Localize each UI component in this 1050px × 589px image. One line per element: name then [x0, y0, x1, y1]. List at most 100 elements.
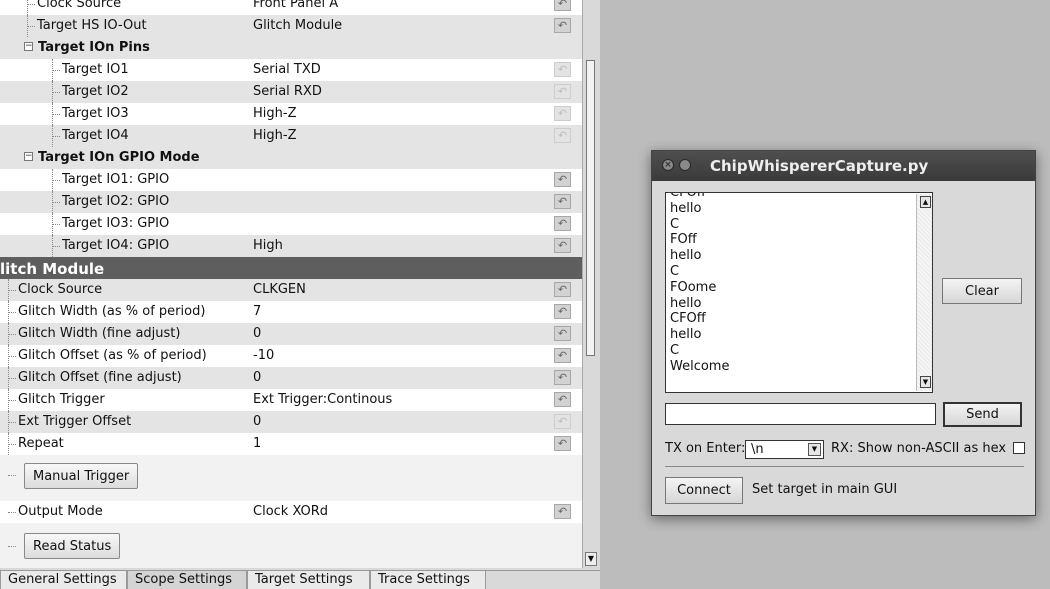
parameter-name: Glitch Trigger: [18, 392, 105, 407]
reset-default-icon[interactable]: ↶: [554, 106, 571, 121]
parameter-row[interactable]: Target IO4: GPIO High ↶: [0, 235, 582, 257]
reset-default-icon[interactable]: ↶: [554, 172, 571, 187]
reset-default-icon[interactable]: ↶: [554, 0, 571, 11]
serial-log-textbox[interactable]: CFOff hello C FOff hello C FOome hello CFOff hell…: [665, 192, 933, 393]
tree-branch-line: [52, 136, 60, 137]
log-scrollbar[interactable]: ▲ ▼: [916, 194, 932, 391]
reset-default-icon[interactable]: ↶: [554, 504, 571, 519]
scroll-down-arrow-icon[interactable]: ▼: [585, 552, 597, 566]
parameter-row[interactable]: Glitch Width (fine adjust) 0 ↶: [0, 323, 582, 345]
log-line: hello: [670, 200, 702, 216]
parameter-row[interactable]: Clock Source CLKGEN ↶: [0, 279, 582, 301]
parameter-row[interactable]: Output Mode Clock XORd ↶: [0, 501, 582, 523]
tx-on-enter-select[interactable]: \n ▼: [745, 440, 824, 459]
reset-default-icon[interactable]: ↶: [554, 326, 571, 341]
parameter-value[interactable]: High-Z: [253, 106, 296, 121]
connect-button[interactable]: Connect: [665, 477, 743, 504]
parameter-value[interactable]: Ext Trigger:Continous: [253, 392, 392, 407]
parameter-row[interactable]: Target IO2: GPIO ↶: [0, 191, 582, 213]
connection-status-text: Set target in main GUI: [752, 482, 898, 497]
tab-target-settings[interactable]: Target Settings: [247, 571, 370, 589]
tree-scroll-thumb[interactable]: [586, 60, 595, 356]
parameter-name: Target IO1: [62, 62, 129, 77]
rx-hex-checkbox[interactable]: [1013, 442, 1025, 454]
manual-trigger-button[interactable]: Manual Trigger: [24, 463, 139, 489]
parameter-row[interactable]: Target HS IO-Out Glitch Module ↶: [0, 15, 582, 37]
tree-branch-line: [8, 546, 16, 547]
minimize-window-icon[interactable]: [679, 159, 691, 171]
parameter-value[interactable]: Clock XORd: [253, 504, 328, 519]
scroll-down-arrow-icon[interactable]: ▼: [920, 376, 931, 388]
log-line: CFOff: [670, 311, 706, 327]
parameter-value[interactable]: High-Z: [253, 128, 296, 143]
collapse-icon[interactable]: −: [24, 152, 33, 161]
tree-vertical-line: [8, 389, 9, 411]
tab-general-settings[interactable]: General Settings: [0, 571, 127, 589]
reset-default-icon[interactable]: ↶: [554, 436, 571, 451]
reset-default-icon[interactable]: ↶: [554, 414, 571, 429]
parameter-row[interactable]: Target IO1: GPIO ↶: [0, 169, 582, 191]
tree-branch-line: [8, 356, 16, 357]
tree-vertical-line: [52, 81, 53, 103]
parameter-row[interactable]: Clock Source Front Panel A ↶: [0, 0, 582, 15]
dialog-titlebar[interactable]: × ChipWhispererCapture.py: [652, 151, 1035, 181]
parameter-value[interactable]: 0: [253, 414, 261, 429]
parameter-row[interactable]: Glitch Offset (as % of period) -10 ↶: [0, 345, 582, 367]
clear-button[interactable]: Clear: [942, 278, 1022, 304]
reset-default-icon[interactable]: ↶: [554, 304, 571, 319]
parameter-name: Target IO3: GPIO: [62, 216, 170, 231]
settings-tab-bar: General Settings Scope Settings Target Set…: [0, 570, 600, 589]
parameter-value[interactable]: Serial RXD: [253, 84, 322, 99]
parameter-value[interactable]: CLKGEN: [253, 282, 306, 297]
reset-default-icon[interactable]: ↶: [554, 238, 571, 253]
reset-default-icon[interactable]: ↶: [554, 18, 571, 33]
parameter-row[interactable]: Target IO2 Serial RXD ↶: [0, 81, 582, 103]
parameter-value[interactable]: Front Panel A: [253, 0, 338, 11]
scroll-up-arrow-icon[interactable]: ▲: [920, 196, 931, 208]
read-status-button[interactable]: Read Status: [24, 533, 121, 559]
reset-default-icon[interactable]: ↶: [554, 216, 571, 231]
reset-default-icon[interactable]: ↶: [554, 370, 571, 385]
parameter-value[interactable]: 7: [253, 304, 261, 319]
parameter-value[interactable]: -10: [253, 348, 274, 363]
parameter-value[interactable]: 0: [253, 370, 261, 385]
reset-default-icon[interactable]: ↶: [554, 348, 571, 363]
send-text-input[interactable]: [665, 403, 936, 425]
parameter-row[interactable]: Target IO3: GPIO ↶: [0, 213, 582, 235]
tree-scrollbar[interactable]: ▼: [582, 0, 599, 568]
tree-group-header[interactable]: − Target IOn Pins: [0, 37, 582, 59]
parameter-value[interactable]: Glitch Module: [253, 18, 342, 33]
parameter-row[interactable]: Ext Trigger Offset 0 ↶: [0, 411, 582, 433]
tx-on-enter-value: \n: [751, 442, 764, 457]
tree-branch-line: [27, 4, 35, 5]
parameter-row[interactable]: Glitch Width (as % of period) 7 ↶: [0, 301, 582, 323]
reset-default-icon[interactable]: ↶: [554, 194, 571, 209]
parameter-value[interactable]: Serial TXD: [253, 62, 321, 77]
parameter-row[interactable]: Target IO1 Serial TXD ↶: [0, 59, 582, 81]
tree-vertical-line: [52, 103, 53, 125]
log-line: Welcome: [670, 358, 730, 374]
parameter-row[interactable]: Glitch Trigger Ext Trigger:Continous ↶: [0, 389, 582, 411]
parameter-row[interactable]: Target IO3 High-Z ↶: [0, 103, 582, 125]
reset-default-icon[interactable]: ↶: [554, 128, 571, 143]
parameter-value[interactable]: 1: [253, 436, 261, 451]
reset-default-icon[interactable]: ↶: [554, 84, 571, 99]
collapse-icon[interactable]: −: [24, 42, 33, 51]
parameter-value[interactable]: High: [253, 238, 283, 253]
parameter-row[interactable]: Target IO4 High-Z ↶: [0, 125, 582, 147]
reset-default-icon[interactable]: ↶: [554, 392, 571, 407]
parameter-row[interactable]: Repeat 1 ↶: [0, 433, 582, 455]
tx-on-enter-label: TX on Enter:: [665, 441, 746, 456]
parameter-row[interactable]: Glitch Offset (fine adjust) 0 ↶: [0, 367, 582, 389]
send-button[interactable]: Send: [943, 402, 1022, 427]
tree-branch-line: [52, 246, 60, 247]
tree-group-header[interactable]: litch Module: [0, 257, 582, 279]
tree-vertical-line: [8, 301, 9, 323]
tab-trace-settings[interactable]: Trace Settings: [370, 571, 486, 589]
tree-group-header[interactable]: − Target IOn GPIO Mode: [0, 147, 582, 169]
reset-default-icon[interactable]: ↶: [554, 62, 571, 77]
tab-scope-settings[interactable]: Scope Settings: [127, 571, 247, 589]
close-window-icon[interactable]: ×: [662, 159, 674, 171]
reset-default-icon[interactable]: ↶: [554, 282, 571, 297]
parameter-value[interactable]: 0: [253, 326, 261, 341]
